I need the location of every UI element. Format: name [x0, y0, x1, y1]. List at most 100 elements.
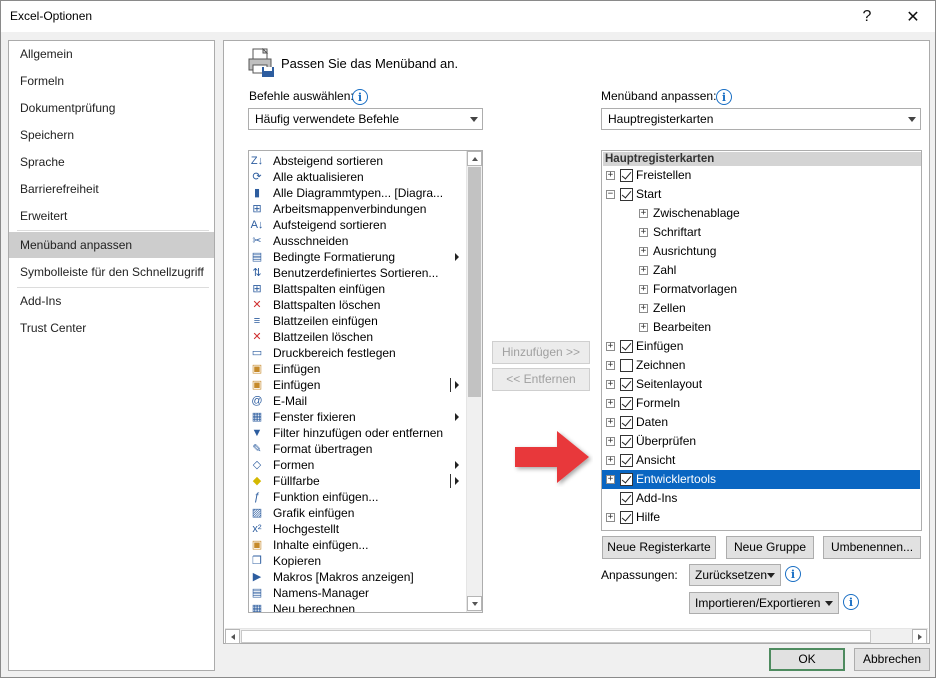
list-item[interactable]: x² Hochgestellt: [249, 521, 469, 537]
expand-icon[interactable]: +: [606, 437, 615, 446]
tab-checkbox[interactable]: [620, 492, 633, 505]
nav-item-barrierefreiheit[interactable]: Barrierefreiheit: [9, 176, 214, 202]
list-item[interactable]: ▦ Fenster fixieren: [249, 409, 469, 425]
collapse-icon[interactable]: −: [606, 190, 615, 199]
tree-item[interactable]: + Formeln: [602, 394, 920, 413]
list-item[interactable]: ▦ Neu berechnen: [249, 601, 469, 612]
reset-dropdown-button[interactable]: Zurücksetzen: [689, 564, 781, 586]
nav-item-erweitert[interactable]: Erweitert: [9, 203, 214, 229]
list-item[interactable]: ⊞ Arbeitsmappenverbindungen: [249, 201, 469, 217]
tree-item[interactable]: + Bearbeiten: [602, 318, 920, 337]
tree-item[interactable]: Add-Ins: [602, 489, 920, 508]
list-item[interactable]: ⇅ Benutzerdefiniertes Sortieren...: [249, 265, 469, 281]
remove-button[interactable]: << Entfernen: [492, 368, 590, 391]
tab-checkbox[interactable]: [620, 169, 633, 182]
list-item[interactable]: ≡ Blattzeilen einfügen: [249, 313, 469, 329]
tree-item[interactable]: + Zellen: [602, 299, 920, 318]
ok-button[interactable]: OK: [769, 648, 845, 671]
list-item[interactable]: ✕ Blattzeilen löschen: [249, 329, 469, 345]
expand-icon[interactable]: +: [639, 285, 648, 294]
tree-item[interactable]: + Zwischenablage: [602, 204, 920, 223]
nav-item-add-ins[interactable]: Add-Ins: [9, 288, 214, 314]
tab-checkbox[interactable]: [620, 454, 633, 467]
expand-icon[interactable]: +: [606, 399, 615, 408]
tree-item[interactable]: + Freistellen: [602, 166, 920, 185]
scroll-down-button[interactable]: [467, 596, 482, 611]
expand-icon[interactable]: +: [606, 342, 615, 351]
list-item[interactable]: ▣ Inhalte einfügen...: [249, 537, 469, 553]
help-button[interactable]: ?: [847, 1, 887, 32]
tree-item[interactable]: + Entwicklertools: [602, 470, 920, 489]
info-icon[interactable]: i: [785, 566, 801, 582]
nav-item-trust-center[interactable]: Trust Center: [9, 315, 214, 341]
import-export-dropdown-button[interactable]: Importieren/Exportieren: [689, 592, 839, 614]
list-item[interactable]: ◆ Füllfarbe: [249, 473, 469, 489]
list-item[interactable]: ⟳ Alle aktualisieren: [249, 169, 469, 185]
tab-checkbox[interactable]: [620, 340, 633, 353]
scrollbar-thumb[interactable]: [241, 630, 871, 643]
list-item[interactable]: ✂ Ausschneiden: [249, 233, 469, 249]
list-item[interactable]: ❐ Kopieren: [249, 553, 469, 569]
tree-item[interactable]: + Ansicht: [602, 451, 920, 470]
expand-icon[interactable]: +: [606, 456, 615, 465]
list-item[interactable]: ▤ Bedingte Formatierung: [249, 249, 469, 265]
commands-scrollbar[interactable]: [466, 151, 482, 612]
rename-button[interactable]: Umbenennen...: [823, 536, 921, 559]
tab-checkbox[interactable]: [620, 473, 633, 486]
info-icon[interactable]: i: [352, 89, 368, 105]
expand-icon[interactable]: +: [606, 418, 615, 427]
nav-item-dokumentpruefung[interactable]: Dokumentprüfung: [9, 95, 214, 121]
nav-item-sprache[interactable]: Sprache: [9, 149, 214, 175]
scroll-up-button[interactable]: [467, 151, 482, 166]
tree-item[interactable]: + Zeichnen: [602, 356, 920, 375]
list-item[interactable]: ⊞ Blattspalten einfügen: [249, 281, 469, 297]
info-icon[interactable]: i: [843, 594, 859, 610]
info-icon[interactable]: i: [716, 89, 732, 105]
tab-checkbox[interactable]: [620, 188, 633, 201]
scroll-right-button[interactable]: [912, 629, 927, 644]
customize-ribbon-dropdown[interactable]: Hauptregisterkarten: [601, 108, 921, 130]
expand-icon[interactable]: +: [639, 228, 648, 237]
cancel-button[interactable]: Abbrechen: [854, 648, 930, 671]
tree-item[interactable]: + Formatvorlagen: [602, 280, 920, 299]
nav-item-formeln[interactable]: Formeln: [9, 68, 214, 94]
expand-icon[interactable]: +: [606, 361, 615, 370]
list-item[interactable]: ▨ Grafik einfügen: [249, 505, 469, 521]
tab-checkbox[interactable]: [620, 397, 633, 410]
tree-item[interactable]: + Schriftart: [602, 223, 920, 242]
tab-checkbox[interactable]: [620, 378, 633, 391]
list-item[interactable]: ◇ Formen: [249, 457, 469, 473]
expand-icon[interactable]: +: [639, 304, 648, 313]
nav-item-speichern[interactable]: Speichern: [9, 122, 214, 148]
nav-item-menueband-anpassen[interactable]: Menüband anpassen: [9, 232, 214, 258]
tree-item[interactable]: + Überprüfen: [602, 432, 920, 451]
list-item[interactable]: ƒ Funktion einfügen...: [249, 489, 469, 505]
tree-item[interactable]: + Seitenlayout: [602, 375, 920, 394]
tab-checkbox[interactable]: [620, 359, 633, 372]
new-group-button[interactable]: Neue Gruppe: [726, 536, 814, 559]
scrollbar-thumb[interactable]: [468, 167, 481, 397]
tree-item[interactable]: + Einfügen: [602, 337, 920, 356]
list-item[interactable]: ▶ Makros [Makros anzeigen]: [249, 569, 469, 585]
tree-item[interactable]: + Hilfe: [602, 508, 920, 527]
tree-item[interactable]: + Zahl: [602, 261, 920, 280]
expand-icon[interactable]: +: [606, 171, 615, 180]
expand-icon[interactable]: +: [606, 475, 615, 484]
commands-list[interactable]: Z↓ Absteigend sortieren ⟳ Alle aktualisiere…: [248, 150, 483, 613]
list-item[interactable]: ▣ Einfügen: [249, 361, 469, 377]
list-item[interactable]: ▣ Einfügen: [249, 377, 469, 393]
expand-icon[interactable]: +: [639, 266, 648, 275]
nav-item-allgemein[interactable]: Allgemein: [9, 41, 214, 67]
new-tab-button[interactable]: Neue Registerkarte: [602, 536, 716, 559]
list-item[interactable]: A↓ Aufsteigend sortieren: [249, 217, 469, 233]
expand-icon[interactable]: +: [606, 513, 615, 522]
expand-icon[interactable]: +: [639, 323, 648, 332]
expand-icon[interactable]: +: [639, 247, 648, 256]
list-item[interactable]: ▼ Filter hinzufügen oder entfernen: [249, 425, 469, 441]
list-item[interactable]: ▮ Alle Diagrammtypen... [Diagra...: [249, 185, 469, 201]
tree-item[interactable]: − Start: [602, 185, 920, 204]
ribbon-tree[interactable]: Hauptregisterkarten + Freistellen − Start + Z…: [601, 150, 922, 531]
list-item[interactable]: @ E-Mail: [249, 393, 469, 409]
list-item[interactable]: ✕ Blattspalten löschen: [249, 297, 469, 313]
choose-commands-dropdown[interactable]: Häufig verwendete Befehle: [248, 108, 483, 130]
